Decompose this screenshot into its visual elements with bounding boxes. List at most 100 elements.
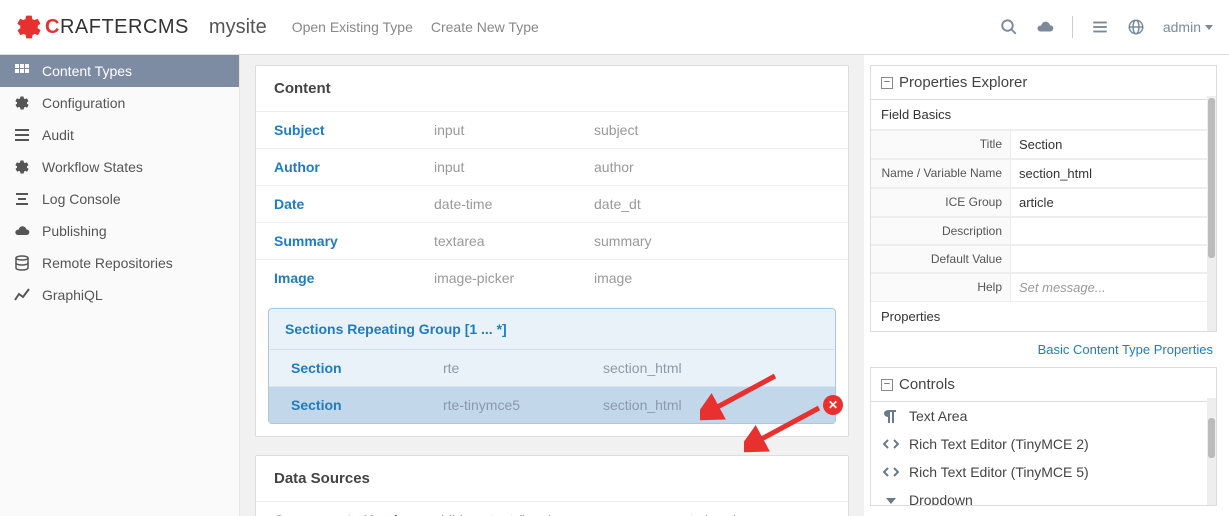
collapse-icon[interactable]: − (881, 77, 893, 89)
database-icon (14, 255, 30, 271)
admin-menu[interactable]: admin (1163, 19, 1214, 35)
datasource-name: Components Header (274, 512, 434, 516)
prop-label: Help (871, 273, 1011, 302)
prop-value[interactable]: section_html (1011, 159, 1216, 188)
cloud-icon[interactable] (1036, 18, 1054, 36)
datasource-row[interactable]: Components Header child-content (item) c… (256, 502, 848, 516)
field-name: Subject (274, 122, 434, 138)
sidebar-item-log-console[interactable]: Log Console (0, 183, 239, 215)
field-row[interactable]: Subject input subject (256, 112, 848, 149)
field-var: subject (594, 122, 638, 138)
scrollbar[interactable] (1207, 398, 1216, 505)
control-label: Rich Text Editor (TinyMCE 5) (909, 464, 1089, 480)
collapse-icon[interactable]: − (881, 379, 893, 391)
globe-icon[interactable] (1127, 18, 1145, 36)
field-type: rte (443, 360, 603, 376)
content-panel-title: Content (256, 66, 848, 112)
field-row[interactable]: Summary textarea summary (256, 223, 848, 260)
sidebar-item-label: Remote Repositories (42, 255, 173, 271)
field-type: input (434, 122, 594, 138)
prop-value[interactable] (1011, 245, 1216, 273)
open-existing-type-link[interactable]: Open Existing Type (292, 19, 413, 35)
sidebar-item-publishing[interactable]: Publishing (0, 215, 239, 247)
sidebar-item-graphiql[interactable]: GraphiQL (0, 279, 239, 311)
top-bar: CRAFTERCMS mysite Open Existing Type Cre… (0, 0, 1229, 55)
prop-label: Default Value (871, 245, 1011, 273)
control-label: Text Area (909, 408, 967, 424)
sidebar-item-label: GraphiQL (42, 287, 103, 303)
gear-icon (14, 159, 30, 175)
prop-value[interactable] (1011, 217, 1216, 245)
control-label: Rich Text Editor (TinyMCE 2) (909, 436, 1089, 452)
prop-label: Name / Variable Name (871, 159, 1011, 188)
properties-grid: Title Section Name / Variable Name secti… (871, 130, 1216, 302)
field-type: textarea (434, 233, 594, 249)
logo[interactable]: CRAFTERCMS (15, 13, 189, 41)
logo-c: C (45, 16, 60, 38)
control-item-rte5[interactable]: Rich Text Editor (TinyMCE 5) (871, 458, 1216, 486)
basic-content-type-properties-link[interactable]: Basic Content Type Properties (870, 340, 1217, 359)
field-var: image (594, 270, 632, 286)
caret-down-icon (883, 492, 899, 506)
code-icon (883, 436, 899, 452)
sidebar-item-audit[interactable]: Audit (0, 119, 239, 151)
sidebar-item-content-types[interactable]: Content Types (0, 55, 239, 87)
list-icon (14, 127, 30, 143)
prop-value[interactable]: Set message... (1011, 273, 1216, 302)
caret-down-icon (1204, 22, 1214, 32)
repeating-group[interactable]: Sections Repeating Group [1 ... *] Secti… (268, 308, 836, 424)
field-name: Section (291, 360, 443, 376)
cloud-icon (14, 223, 30, 239)
section-header: Field Basics (871, 100, 1216, 130)
scrollbar-thumb[interactable] (1208, 418, 1215, 458)
field-type: rte-tinymce5 (443, 397, 603, 413)
content-panel: Content Subject input subject Author inp… (255, 65, 849, 437)
field-var: section_html (603, 360, 682, 376)
control-item-rte2[interactable]: Rich Text Editor (TinyMCE 2) (871, 430, 1216, 458)
sidebar-item-configuration[interactable]: Configuration (0, 87, 239, 119)
field-type: date-time (434, 196, 594, 212)
field-var: summary (594, 233, 652, 249)
prop-value[interactable]: article (1011, 188, 1216, 217)
field-row[interactable]: Author input author (256, 149, 848, 186)
divider (1072, 16, 1073, 38)
control-label: Dropdown (909, 492, 973, 506)
field-name: Image (274, 270, 434, 286)
gear-icon (15, 13, 43, 41)
logo-rest1: RAFTER (60, 16, 143, 38)
datasource-type: child-content (item) (434, 512, 624, 516)
menu-icon[interactable] (1091, 18, 1109, 36)
admin-label: admin (1163, 19, 1201, 35)
panel-title-text: Controls (899, 376, 955, 393)
top-icons: admin (1000, 16, 1214, 38)
prop-value[interactable]: Section (1011, 130, 1216, 159)
align-icon (14, 191, 30, 207)
prop-label: Description (871, 217, 1011, 245)
delete-button[interactable]: ✕ (823, 395, 843, 415)
search-icon[interactable] (1000, 18, 1018, 36)
scrollbar-thumb[interactable] (1208, 98, 1215, 258)
field-name: Date (274, 196, 434, 212)
group-row-selected[interactable]: Section rte-tinymce5 section_html ✕ (269, 387, 835, 423)
sidebar-item-label: Publishing (42, 223, 107, 239)
control-item-dropdown[interactable]: Dropdown (871, 486, 1216, 506)
sidebar-item-label: Log Console (42, 191, 121, 207)
site-name[interactable]: mysite (209, 16, 267, 39)
field-row[interactable]: Date date-time date_dt (256, 186, 848, 223)
datasources-panel-title: Data Sources (256, 456, 848, 502)
sidebar-item-label: Audit (42, 127, 74, 143)
control-item-textarea[interactable]: Text Area (871, 402, 1216, 430)
scrollbar[interactable] (1207, 96, 1216, 331)
field-name: Author (274, 159, 434, 175)
field-row[interactable]: Image image-picker image (256, 260, 848, 296)
prop-label: Title (871, 130, 1011, 159)
sidebar-item-label: Workflow States (42, 159, 143, 175)
datasource-var: components-header (624, 512, 749, 516)
controls-panel: − Controls Text Area Rich Text Editor (T… (870, 367, 1217, 506)
create-new-type-link[interactable]: Create New Type (431, 19, 539, 35)
sidebar-item-label: Configuration (42, 95, 125, 111)
sidebar-item-workflow-states[interactable]: Workflow States (0, 151, 239, 183)
group-row[interactable]: Section rte section_html (269, 350, 835, 387)
sidebar-item-remote-repositories[interactable]: Remote Repositories (0, 247, 239, 279)
logo-rest2: CMS (143, 16, 189, 38)
